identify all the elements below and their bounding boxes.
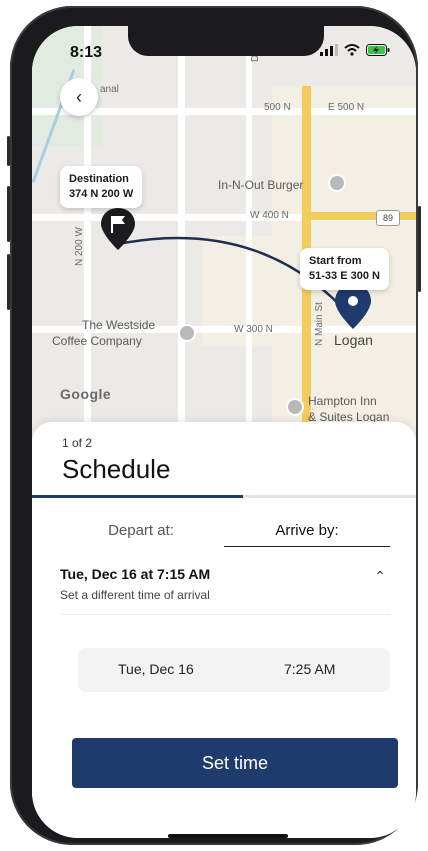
phone-frame: anal Dee 500 N E 500 N In-N-Out Burger W… xyxy=(7,6,421,845)
volume-down-button xyxy=(7,254,10,310)
selected-time-row[interactable]: Tue, Dec 16 at 7:15 AM Set a different t… xyxy=(60,566,390,602)
chevron-left-icon: ‹ xyxy=(76,86,82,107)
divider xyxy=(60,614,390,615)
chevron-up-icon[interactable]: ⌃ xyxy=(374,568,386,585)
back-button[interactable]: ‹ xyxy=(60,78,98,116)
picker-date[interactable]: Tue, Dec 16 xyxy=(118,661,194,677)
volume-up-button xyxy=(7,186,10,242)
sheet-title: Schedule xyxy=(62,454,171,484)
wifi-icon xyxy=(344,44,360,56)
picker-time[interactable]: 7:25 AM xyxy=(284,661,335,677)
signal-icon xyxy=(320,44,338,56)
destination-callout: Destination 374 N 200 W xyxy=(60,166,143,208)
battery-charging-icon xyxy=(366,44,390,56)
step-indicator: 1 of 2 xyxy=(62,436,93,450)
progress-bar xyxy=(32,495,416,498)
selected-time-hint: Set a different time of arrival xyxy=(60,588,210,602)
destination-address: 374 N 200 W xyxy=(69,188,134,200)
screen: anal Dee 500 N E 500 N In-N-Out Burger W… xyxy=(32,26,416,838)
selected-time: Tue, Dec 16 at 7:15 AM xyxy=(60,566,211,582)
start-address: 51-33 E 300 N xyxy=(309,270,380,282)
tab-arrive-by[interactable]: Arrive by: xyxy=(224,516,390,547)
destination-flag-icon[interactable] xyxy=(98,206,138,254)
set-time-button[interactable]: Set time xyxy=(72,738,398,788)
notch xyxy=(128,26,324,56)
time-picker-wheel[interactable]: Tue, Dec 16 7:25 AM xyxy=(78,648,390,692)
google-attribution: Google xyxy=(60,386,112,402)
power-button xyxy=(418,206,421,292)
mute-switch xyxy=(7,136,10,166)
home-indicator xyxy=(168,834,288,838)
destination-label: Destination xyxy=(69,173,129,185)
schedule-sheet: 1 of 2 Schedule Depart at: Arrive by: Tu… xyxy=(32,422,416,838)
tab-depart-at[interactable]: Depart at: xyxy=(58,516,224,546)
progress-fill xyxy=(32,495,244,498)
status-icons xyxy=(320,44,390,56)
mode-tabs: Depart at: Arrive by: xyxy=(58,516,390,554)
start-label: Start from xyxy=(309,255,362,267)
start-callout: Start from 51-33 E 300 N xyxy=(300,248,389,290)
status-time: 8:13 xyxy=(70,44,103,61)
